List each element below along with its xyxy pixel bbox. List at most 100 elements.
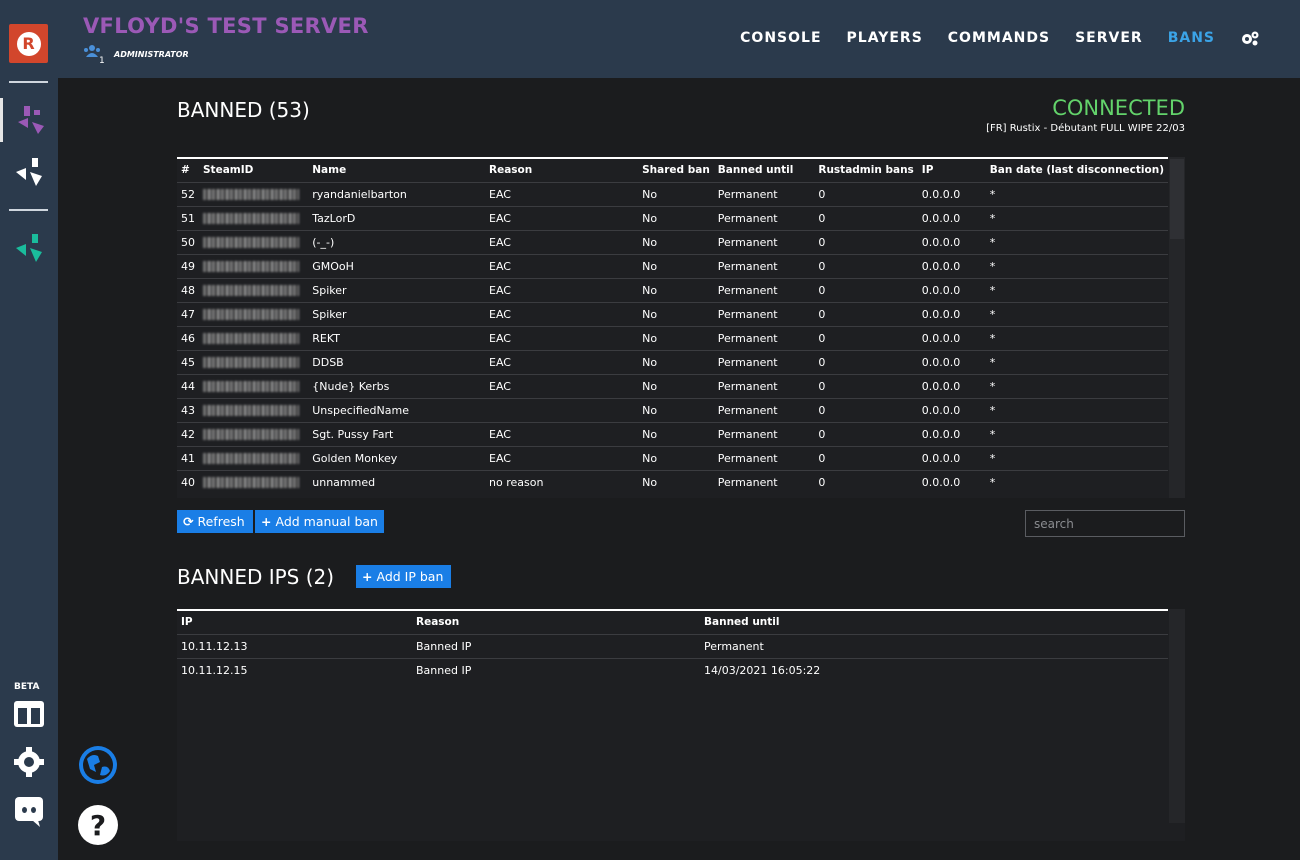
player-name: ryandanielbarton [308,182,485,206]
table-row[interactable]: 52ryandanielbartonEACNoPermanent00.0.0.0… [177,182,1168,206]
ip-address: 0.0.0.0 [918,470,986,494]
ban-reason: no reason [485,470,638,494]
ban-reason: Banned IP [412,658,700,682]
shared-ban: No [638,374,714,398]
ip-address: 0.0.0.0 [918,278,986,302]
player-name: TazLorD [308,206,485,230]
ip-address: 0.0.0.0 [918,446,986,470]
sidebar-item-map-white[interactable] [0,150,58,194]
table-row[interactable]: 40unnammedno reasonNoPermanent00.0.0.0* [177,470,1168,494]
ban-date: * [986,398,1168,422]
ban-number: 43 [177,398,199,422]
shared-ban: No [638,278,714,302]
gears-icon[interactable] [1240,30,1260,46]
sidebar-item-map-purple[interactable] [0,98,58,142]
ip-bans-table-container: IP Reason Banned until 10.11.12.13Banned… [177,609,1185,841]
ban-reason: EAC [485,446,638,470]
settings-icon [13,746,45,778]
col-header[interactable]: Banned until [714,158,815,182]
refresh-icon: ⟳ [183,514,193,529]
ban-reason: EAC [485,422,638,446]
nav-players[interactable]: PLAYERS [847,30,923,46]
col-header[interactable]: Rustadmin bans [814,158,917,182]
shared-ban: No [638,398,714,422]
player-name: unnammed [308,470,485,494]
sidebar-item-settings[interactable] [0,740,58,784]
sidebar-item-discord[interactable] [0,790,58,834]
sidebar-item-layout[interactable] [0,692,58,736]
ban-number: 49 [177,254,199,278]
banned-until: Permanent [714,374,815,398]
player-name: REKT [308,326,485,350]
sidebar-item-map-teal[interactable] [0,226,58,270]
steamid-cell [199,206,308,230]
shared-ban: No [638,326,714,350]
ban-reason: EAC [485,182,638,206]
add-manual-ban-button[interactable]: +Add manual ban [255,510,384,533]
table-row[interactable]: 42Sgt. Pussy FartEACNoPermanent00.0.0.0* [177,422,1168,446]
col-header[interactable]: IP [177,610,412,634]
table-row[interactable]: 47SpikerEACNoPermanent00.0.0.0* [177,302,1168,326]
ip-bans-title: BANNED IPS (2) [177,565,334,589]
layout-icon [13,700,45,728]
ip-address: 0.0.0.0 [918,230,986,254]
table-row[interactable]: 49GMOoHEACNoPermanent00.0.0.0* [177,254,1168,278]
steamid-cell [199,422,308,446]
table-row[interactable]: 43UnspecifiedNameNoPermanent00.0.0.0* [177,398,1168,422]
search-input[interactable] [1025,510,1185,537]
help-icon[interactable]: ? [78,805,118,845]
table-row[interactable]: 45DDSBEACNoPermanent00.0.0.0* [177,350,1168,374]
steamid-cell [199,350,308,374]
bans-scrollbar[interactable] [1169,157,1185,498]
col-header[interactable]: Name [308,158,485,182]
shared-ban: No [638,230,714,254]
col-header[interactable]: IP [918,158,986,182]
table-row[interactable]: 10.11.12.15Banned IP14/03/2021 16:05:22 [177,658,1168,682]
player-name: Sgt. Pussy Fart [308,422,485,446]
rustadmin-bans: 0 [814,206,917,230]
banned-until: Permanent [714,206,815,230]
globe-icon[interactable] [78,745,118,785]
table-row[interactable]: 10.11.12.13Banned IPPermanent [177,634,1168,658]
table-row[interactable]: 44{Nude} KerbsEACNoPermanent00.0.0.0* [177,374,1168,398]
ban-number: 45 [177,350,199,374]
banned-until: Permanent [700,634,1168,658]
col-header[interactable]: Banned until [700,610,1168,634]
ip-address: 10.11.12.13 [177,634,412,658]
table-row[interactable]: 48SpikerEACNoPermanent00.0.0.0* [177,278,1168,302]
banned-until: Permanent [714,230,815,254]
bans-title: BANNED (53) [177,98,310,122]
nav-bans[interactable]: BANS [1168,30,1215,46]
col-header[interactable]: Ban date (last disconnection) [986,158,1168,182]
nav-server[interactable]: SERVER [1075,30,1143,46]
banned-until: Permanent [714,446,815,470]
rust-logo-icon[interactable]: R [9,24,48,63]
table-row[interactable]: 46REKTEACNoPermanent00.0.0.0* [177,326,1168,350]
col-header[interactable]: SteamID [199,158,308,182]
col-header[interactable]: Reason [485,158,638,182]
col-header[interactable]: Shared ban [638,158,714,182]
ip-bans-scrollbar[interactable] [1169,609,1185,823]
role-count: 1 [99,56,105,66]
banned-until: Permanent [714,302,815,326]
player-name: Golden Monkey [308,446,485,470]
ban-reason [485,398,638,422]
redacted-steamid [203,189,299,200]
steamid-cell [199,446,308,470]
ip-address: 0.0.0.0 [918,398,986,422]
nav-commands[interactable]: COMMANDS [948,30,1050,46]
nav-console[interactable]: CONSOLE [740,30,821,46]
add-manual-ban-label: Add manual ban [275,514,377,529]
table-row[interactable]: 51TazLorDEACNoPermanent00.0.0.0* [177,206,1168,230]
scrollbar-thumb[interactable] [1170,159,1184,239]
ban-number: 44 [177,374,199,398]
add-ip-ban-button[interactable]: +Add IP ban [356,565,451,588]
refresh-button[interactable]: ⟳Refresh [177,510,253,533]
shared-ban: No [638,470,714,494]
col-header[interactable]: # [177,158,199,182]
table-row[interactable]: 41Golden MonkeyEACNoPermanent00.0.0.0* [177,446,1168,470]
table-row[interactable]: 50(-_-)EACNoPermanent00.0.0.0* [177,230,1168,254]
col-header[interactable]: Reason [412,610,700,634]
map-purple-icon [14,102,48,138]
ban-number: 40 [177,470,199,494]
